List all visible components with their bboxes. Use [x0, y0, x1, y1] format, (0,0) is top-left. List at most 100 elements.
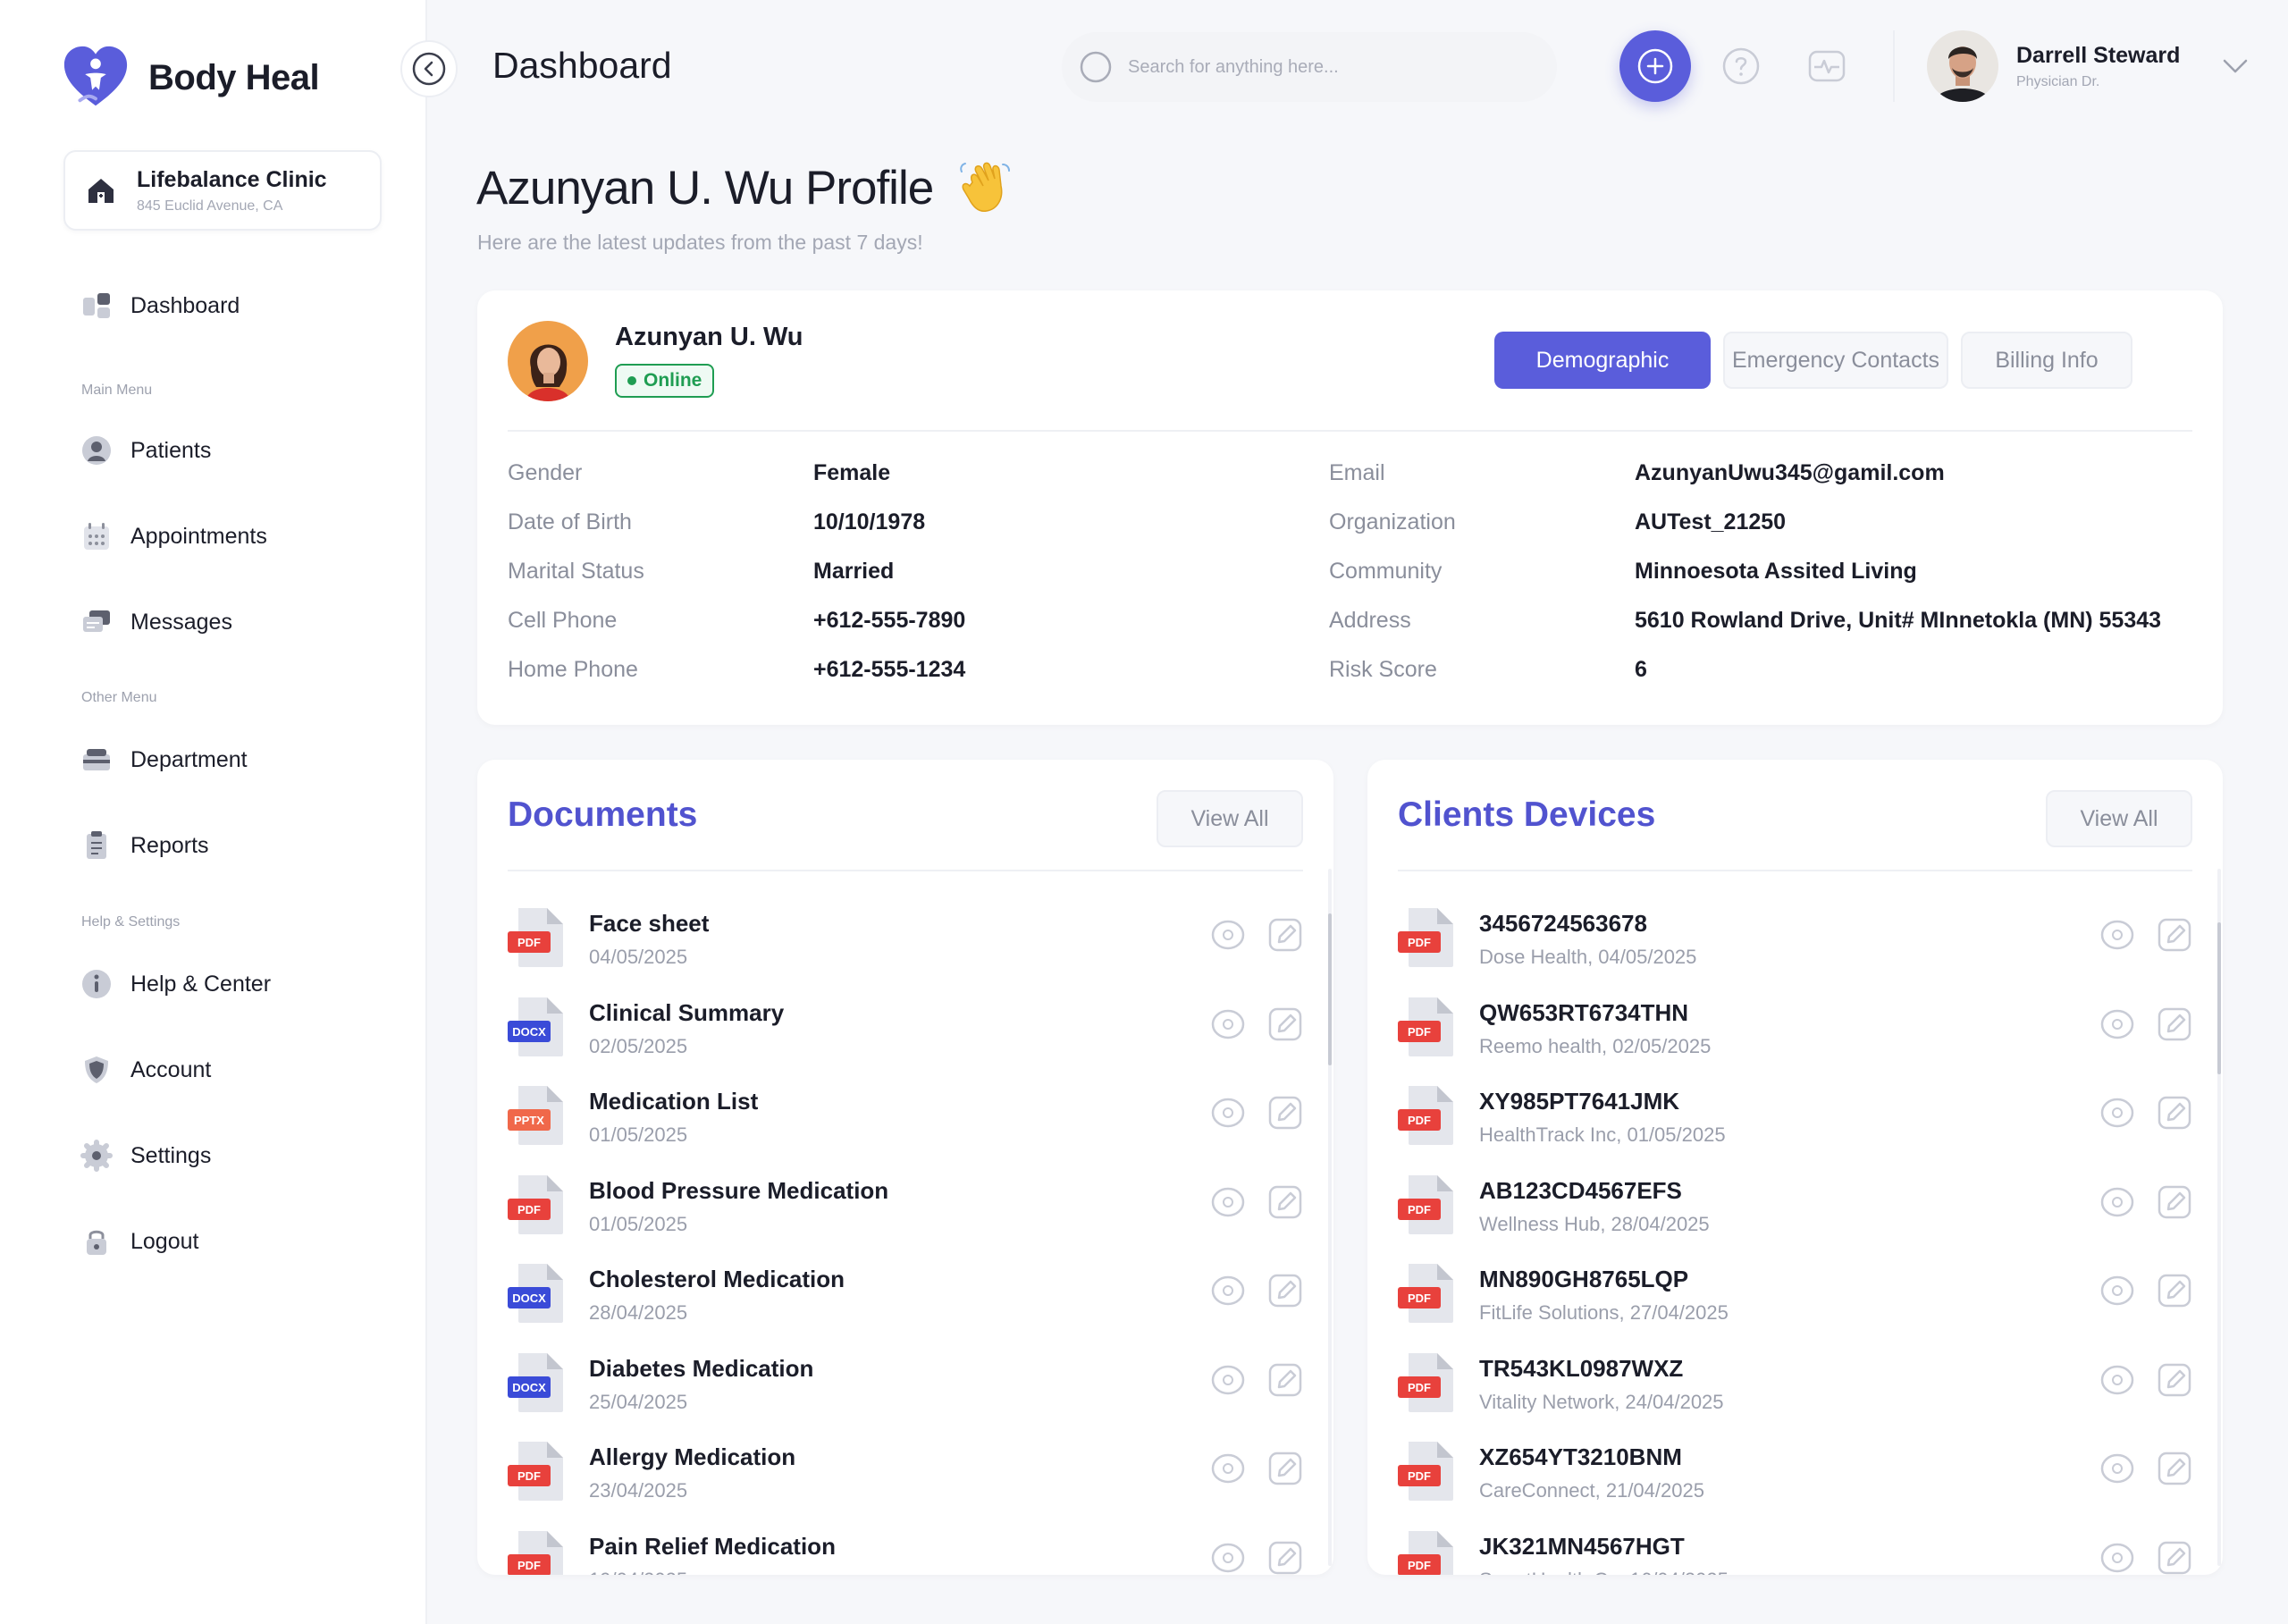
file-type-label: PDF: [1408, 1559, 1431, 1572]
nav-account[interactable]: Account: [80, 1054, 211, 1086]
shield-icon: [85, 1056, 108, 1083]
add-button[interactable]: [1619, 30, 1691, 102]
view-icon[interactable]: [1210, 1362, 1246, 1398]
device-row[interactable]: PDF XY985PT7641JMK HealthTrack Inc, 01/05/…: [1398, 1081, 2192, 1170]
edit-icon[interactable]: [1267, 1006, 1303, 1042]
edit-icon[interactable]: [1267, 1540, 1303, 1576]
nav-reports[interactable]: Reports: [80, 829, 209, 862]
row-title: Allergy Medication: [589, 1443, 796, 1470]
nav-logout[interactable]: Logout: [80, 1225, 198, 1258]
view-icon[interactable]: [1210, 1006, 1246, 1042]
view-icon[interactable]: [1210, 917, 1246, 953]
documents-scrollbar[interactable]: [1328, 869, 1332, 1566]
device-row[interactable]: PDF AB123CD4567EFS Wellness Hub, 28/04/202…: [1398, 1170, 2192, 1259]
devices-title: Clients Devices: [1398, 795, 1656, 834]
nav-dashboard[interactable]: Dashboard: [80, 290, 240, 322]
device-row[interactable]: PDF MN890GH8765LQP FitLife Solutions, 27/0…: [1398, 1258, 2192, 1348]
other-menu-heading: Other Menu: [81, 690, 157, 705]
edit-icon[interactable]: [2157, 1095, 2192, 1131]
tab-demographic[interactable]: Demographic: [1494, 332, 1711, 389]
edit-icon[interactable]: [2157, 1451, 2192, 1486]
nav-appointments[interactable]: Appointments: [80, 520, 267, 552]
view-icon[interactable]: [2099, 1273, 2135, 1308]
nav-label: Help & Center: [130, 971, 272, 997]
view-icon[interactable]: [2099, 1184, 2135, 1220]
field-label: Organization: [1329, 509, 1456, 534]
edit-icon[interactable]: [1267, 917, 1303, 953]
divider: [1398, 870, 2192, 871]
device-row[interactable]: PDF TR543KL0987WXZ Vitality Network, 24/04…: [1398, 1348, 2192, 1437]
online-dot-icon: [627, 376, 636, 385]
scrollbar-thumb[interactable]: [2217, 922, 2221, 1074]
row-title: Diabetes Medication: [589, 1354, 814, 1382]
edit-icon[interactable]: [1267, 1095, 1303, 1131]
document-row[interactable]: DOCX Clinical Summary 02/05/2025: [508, 992, 1303, 1081]
device-row[interactable]: PDF XZ654YT3210BNM CareConnect, 21/04/2025: [1398, 1436, 2192, 1526]
edit-icon[interactable]: [2157, 917, 2192, 953]
main-menu-heading: Main Menu: [81, 383, 153, 398]
view-icon[interactable]: [2099, 1006, 2135, 1042]
view-icon[interactable]: [1210, 1451, 1246, 1486]
nav-settings[interactable]: Settings: [80, 1140, 211, 1172]
nav-messages[interactable]: Messages: [80, 606, 232, 638]
view-icon[interactable]: [1210, 1184, 1246, 1220]
edit-icon[interactable]: [1267, 1184, 1303, 1220]
devices-view-all-button[interactable]: View All: [2046, 790, 2192, 847]
field-value: +612-555-1234: [813, 657, 966, 682]
edit-icon[interactable]: [1267, 1451, 1303, 1486]
edit-icon[interactable]: [2157, 1273, 2192, 1308]
document-row[interactable]: PDF Pain Relief Medication 19/04/2025: [508, 1526, 1303, 1576]
collapse-sidebar-button[interactable]: [400, 40, 458, 97]
tab-emergency-contacts[interactable]: Emergency Contacts: [1723, 332, 1948, 389]
search-input[interactable]: [1128, 56, 1521, 78]
edit-icon[interactable]: [1267, 1273, 1303, 1308]
edit-icon[interactable]: [2157, 1006, 2192, 1042]
view-icon[interactable]: [1210, 1540, 1246, 1576]
user-name: Darrell Steward: [2016, 42, 2181, 68]
device-row[interactable]: PDF 3456724563678 Dose Health, 04/05/2025: [1398, 903, 2192, 992]
view-icon[interactable]: [1210, 1273, 1246, 1308]
chevron-left-icon: [412, 52, 446, 86]
device-row[interactable]: PDF QW653RT6734THN Reemo health, 02/05/202…: [1398, 992, 2192, 1081]
document-row[interactable]: DOCX Cholesterol Medication 28/04/2025: [508, 1258, 1303, 1348]
file-type-label: DOCX: [512, 1025, 546, 1039]
activity-monitor-icon[interactable]: [1807, 46, 1846, 86]
documents-view-all-button[interactable]: View All: [1157, 790, 1303, 847]
row-title: Cholesterol Medication: [589, 1266, 845, 1292]
document-row[interactable]: DOCX Diabetes Medication 25/04/2025: [508, 1348, 1303, 1437]
document-row[interactable]: PPTX Medication List 01/05/2025: [508, 1081, 1303, 1170]
field-value: Minnoesota Assited Living: [1635, 559, 1917, 584]
tab-billing-info[interactable]: Billing Info: [1961, 332, 2132, 389]
messages-icon: [83, 610, 110, 632]
document-row[interactable]: PDF Allergy Medication 23/04/2025: [508, 1436, 1303, 1526]
help-icon[interactable]: [1721, 46, 1761, 86]
view-icon[interactable]: [2099, 1095, 2135, 1131]
devices-scrollbar[interactable]: [2217, 869, 2221, 1566]
edit-icon[interactable]: [1267, 1362, 1303, 1398]
edit-icon[interactable]: [2157, 1540, 2192, 1576]
view-icon[interactable]: [1210, 1095, 1246, 1131]
brand-logo[interactable]: Body Heal: [61, 43, 320, 113]
view-icon[interactable]: [2099, 917, 2135, 953]
search-bar[interactable]: [1062, 32, 1557, 102]
user-menu[interactable]: Darrell Steward Physician Dr.: [1927, 30, 2251, 102]
view-icon[interactable]: [2099, 1362, 2135, 1398]
device-row[interactable]: PDF JK321MN4567HGT SmartHealth Co, 16/04/2…: [1398, 1526, 2192, 1576]
view-icon[interactable]: [2099, 1540, 2135, 1576]
view-icon[interactable]: [2099, 1451, 2135, 1486]
file-type-label: PDF: [517, 1559, 541, 1572]
heart-logo-icon: [63, 46, 128, 106]
docx-file-icon: DOCX: [508, 1352, 563, 1412]
document-row[interactable]: PDF Face sheet 04/05/2025: [508, 903, 1303, 992]
scrollbar-thumb[interactable]: [1328, 913, 1332, 1065]
nav-patients[interactable]: Patients: [80, 434, 211, 467]
edit-icon[interactable]: [2157, 1362, 2192, 1398]
nav-help-center[interactable]: Help & Center: [80, 968, 271, 1000]
row-subtitle: 25/04/2025: [589, 1390, 688, 1413]
chevron-down-icon[interactable]: [2219, 50, 2251, 82]
document-row[interactable]: PDF Blood Pressure Medication 01/05/2025: [508, 1170, 1303, 1259]
clinic-selector[interactable]: Lifebalance Clinic 845 Euclid Avenue, CA: [63, 150, 382, 231]
help-settings-heading: Help & Settings: [81, 914, 181, 930]
nav-department[interactable]: Department: [80, 744, 248, 776]
edit-icon[interactable]: [2157, 1184, 2192, 1220]
